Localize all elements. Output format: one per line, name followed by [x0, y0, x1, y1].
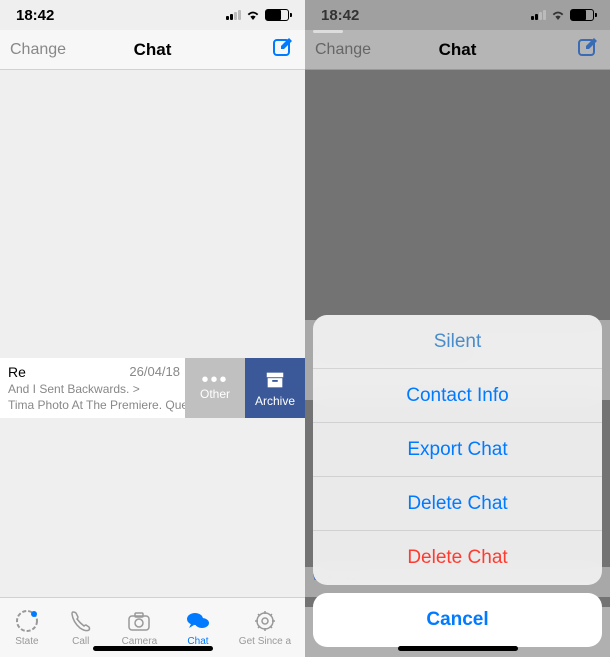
chat-row-content[interactable]: Re 26/04/18 And I Sent Backwards. > Tima… — [0, 358, 185, 418]
tab-chat[interactable]: Chat — [185, 608, 211, 647]
chat-row[interactable]: Re 26/04/18 And I Sent Backwards. > Tima… — [0, 358, 305, 418]
compose-button — [576, 35, 600, 64]
battery-icon — [265, 9, 289, 21]
chat-preview-line2: Tima Photo At The Premiere. Ques... — [8, 398, 177, 412]
status-bar: 18:42 — [305, 0, 610, 30]
nav-edit-button: Change — [315, 41, 371, 59]
screen-right: 18:42 Change Chat tr We Rosario. Quando … — [305, 0, 610, 657]
tab-label: Call — [72, 636, 89, 647]
status-time: 18:42 — [16, 7, 54, 24]
archive-icon — [264, 369, 286, 394]
chat-list[interactable]: Re 26/04/18 And I Sent Backwards. > Tima… — [0, 70, 305, 597]
status-bar: 18:42 — [0, 0, 305, 30]
tab-label: State — [15, 636, 38, 647]
swipe-archive-button[interactable]: Archive — [245, 358, 305, 418]
nav-title: Chat — [134, 40, 172, 60]
wifi-icon — [245, 7, 261, 24]
action-silent[interactable]: Silent — [313, 315, 602, 369]
status-indicators — [531, 7, 594, 24]
chat-date: 26/04/18 — [129, 364, 180, 379]
status-indicators — [226, 7, 289, 24]
home-indicator[interactable] — [398, 646, 518, 651]
nav-edit-button[interactable]: Change — [10, 41, 66, 59]
phone-icon — [68, 608, 94, 634]
action-delete-chat-destructive[interactable]: Delete Chat — [313, 531, 602, 585]
tab-state[interactable]: State — [14, 608, 40, 647]
nav-bar: Change Chat — [305, 30, 610, 70]
notch-hint — [313, 30, 343, 33]
action-cancel-button[interactable]: Cancel — [313, 593, 602, 647]
status-time: 18:42 — [321, 7, 359, 24]
swipe-more-label: Other — [200, 387, 230, 401]
action-sheet-group: Silent Contact Info Export Chat Delete C… — [313, 315, 602, 585]
home-indicator[interactable] — [93, 646, 213, 651]
tab-label: Get Since a — [239, 636, 291, 647]
screen-left: 18:42 Change Chat Re 26/04/18 And I Sent… — [0, 0, 305, 657]
nav-bar: Change Chat — [0, 30, 305, 70]
nav-title: Chat — [439, 40, 477, 60]
swipe-archive-label: Archive — [255, 394, 295, 408]
signal-icon — [531, 10, 546, 20]
tab-call[interactable]: Call — [68, 608, 94, 647]
tab-settings[interactable]: Get Since a — [239, 608, 291, 647]
action-export-chat[interactable]: Export Chat — [313, 423, 602, 477]
gear-icon — [252, 608, 278, 634]
chat-list-dimmed: tr We Rosario. Quando borti la bs4 w ♦ 0… — [305, 70, 610, 657]
action-sheet: Silent Contact Info Export Chat Delete C… — [313, 315, 602, 647]
battery-icon — [570, 9, 594, 21]
action-delete-chat[interactable]: Delete Chat — [313, 477, 602, 531]
action-contact-info[interactable]: Contact Info — [313, 369, 602, 423]
swipe-more-button[interactable]: ••• Other — [185, 358, 245, 418]
camera-icon — [126, 608, 152, 634]
chat-bubbles-icon — [185, 608, 211, 634]
wifi-icon — [550, 7, 566, 24]
chat-preview-line1: And I Sent Backwards. > — [8, 382, 177, 396]
signal-icon — [226, 10, 241, 20]
ellipsis-icon: ••• — [201, 375, 228, 385]
compose-button[interactable] — [271, 35, 295, 64]
status-circle-icon — [14, 608, 40, 634]
tab-camera[interactable]: Camera — [122, 608, 158, 647]
